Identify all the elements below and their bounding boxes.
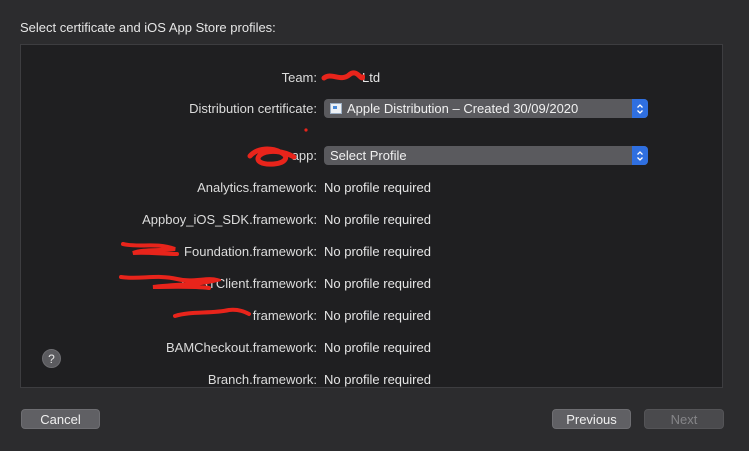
framework-label: Appboy_iOS_SDK.framework: [142,211,317,227]
framework-label: Foundation.framework: [184,243,317,259]
previous-button[interactable]: Previous [552,409,631,429]
team-row: Team: Ltd [21,66,722,88]
app-label: app: [291,147,317,163]
framework-row: BAMCheckout.framework: No profile requir… [21,336,722,358]
next-button[interactable]: Next [644,409,724,429]
certificate-icon [330,103,342,114]
framework-value: No profile required [324,211,431,227]
profiles-panel: Team: Ltd Distribution certificate: Appl… [20,44,723,388]
app-profile-select-value: Select Profile [330,148,407,163]
team-label: Team: [281,69,317,85]
cancel-button[interactable]: Cancel [21,409,100,429]
framework-row: Analytics.framework: No profile required [21,176,722,198]
framework-label: Branch.framework: [207,371,317,387]
framework-row: Branch.framework: No profile required [21,368,722,387]
framework-label: RESTClient.framework: [181,275,317,291]
redaction-mark [304,128,308,132]
framework-row: Foundation.framework: No profile require… [21,240,722,262]
certificate-select[interactable]: Apple Distribution – Created 30/09/2020 [324,99,648,118]
framework-value: No profile required [324,275,431,291]
question-mark-icon: ? [48,351,55,366]
framework-value: No profile required [324,307,431,323]
framework-label: framework: [252,307,317,323]
up-down-chevron-icon [632,99,648,118]
certificate-row: Distribution certificate: Apple Distribu… [21,97,722,119]
help-button[interactable]: ? [42,349,61,368]
framework-value: No profile required [324,179,431,195]
app-profile-select[interactable]: Select Profile [324,146,648,165]
framework-value: No profile required [324,339,431,355]
framework-row: Appboy_iOS_SDK.framework: No profile req… [21,208,722,230]
page-title: Select certificate and iOS App Store pro… [20,20,276,35]
framework-value: No profile required [324,243,431,259]
certificate-label: Distribution certificate: [189,100,317,116]
app-row: app: Select Profile [21,144,722,166]
team-value: Ltd [362,69,381,85]
framework-row: RESTClient.framework: No profile require… [21,272,722,294]
framework-row: framework: No profile required [21,304,722,326]
certificate-select-value: Apple Distribution – Created 30/09/2020 [347,101,579,116]
framework-label: Analytics.framework: [197,179,317,195]
up-down-chevron-icon [632,146,648,165]
framework-label: BAMCheckout.framework: [166,339,317,355]
framework-value: No profile required [324,371,431,387]
